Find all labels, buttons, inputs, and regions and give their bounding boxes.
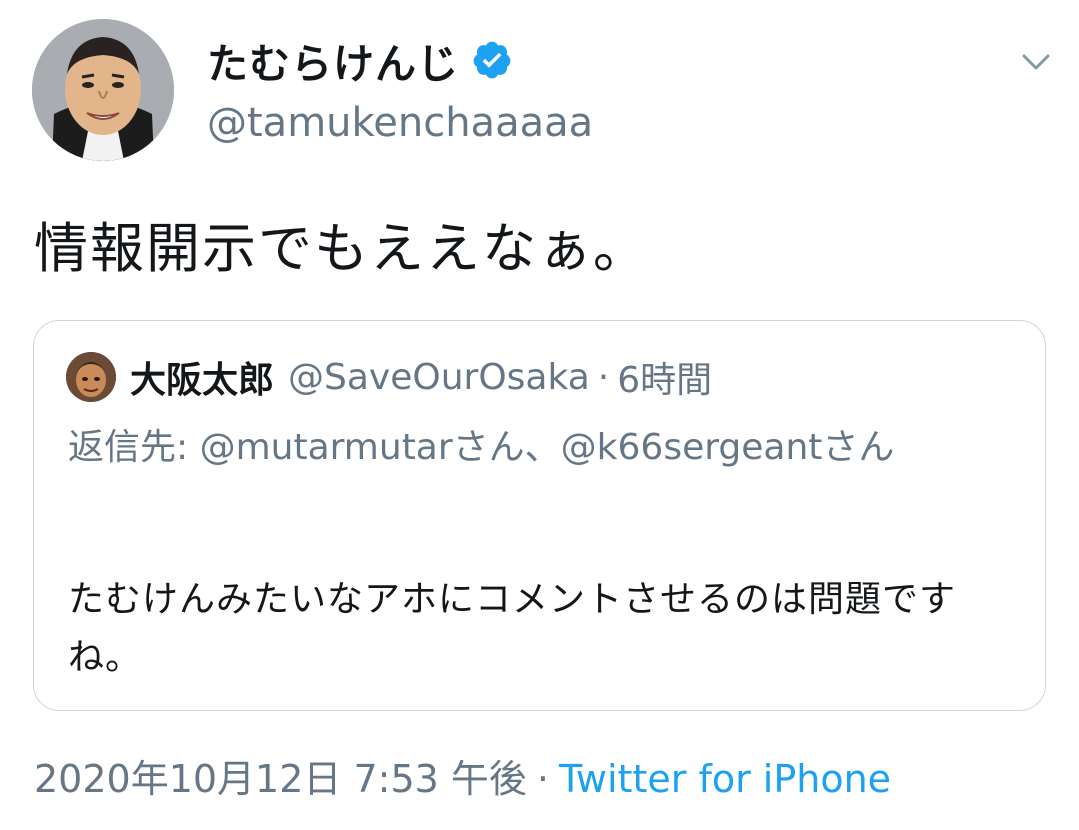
reply-mention-link[interactable]: @k66sergeantさん: [561, 427, 895, 468]
author-handle[interactable]: @tamukenchaaaaa: [207, 100, 593, 146]
author-name-row[interactable]: たむらけんじ: [207, 30, 513, 90]
quoted-author-handle[interactable]: @SaveOurOsaka: [288, 357, 590, 398]
quoted-separator: ·: [597, 356, 610, 398]
tweet-timestamp[interactable]: 2020年10月12日 7:53 午後: [34, 757, 527, 801]
chevron-down-icon[interactable]: [1016, 42, 1056, 82]
quoted-time[interactable]: 6時間: [617, 351, 712, 403]
verified-badge-icon: [471, 39, 513, 81]
reply-mention-link[interactable]: @mutarmutarさん、: [200, 427, 561, 468]
reply-to-label: 返信先:: [68, 427, 200, 468]
tweet-meta: 2020年10月12日 7:53 午後 · Twitter for iPhone: [34, 748, 891, 803]
quoted-author-avatar[interactable]: [66, 352, 116, 402]
quoted-tweet-text: たむけんみたいなアホにコメントさせるのは問題ですね。: [68, 579, 957, 678]
tweet-source-link[interactable]: Twitter for iPhone: [559, 757, 891, 801]
tweet-detail: たむらけんじ @tamukenchaaaaa 情報開示でもええなぁ。 大阪太郎 …: [0, 0, 1079, 830]
reply-to-line: 返信先: @mutarmutarさん、@k66sergeantさん: [68, 421, 998, 475]
author-avatar[interactable]: [32, 19, 174, 161]
tweet-text: 情報開示でもええなぁ。: [34, 217, 649, 280]
quoted-tweet-card[interactable]: 大阪太郎 @SaveOurOsaka · 6時間 返信先: @mutarmuta…: [33, 320, 1046, 711]
quoted-tweet-header: 大阪太郎 @SaveOurOsaka · 6時間: [66, 351, 712, 403]
meta-separator: ·: [536, 757, 549, 801]
quoted-author-name[interactable]: 大阪太郎: [130, 351, 274, 403]
author-display-name[interactable]: たむらけんじ: [207, 30, 459, 90]
